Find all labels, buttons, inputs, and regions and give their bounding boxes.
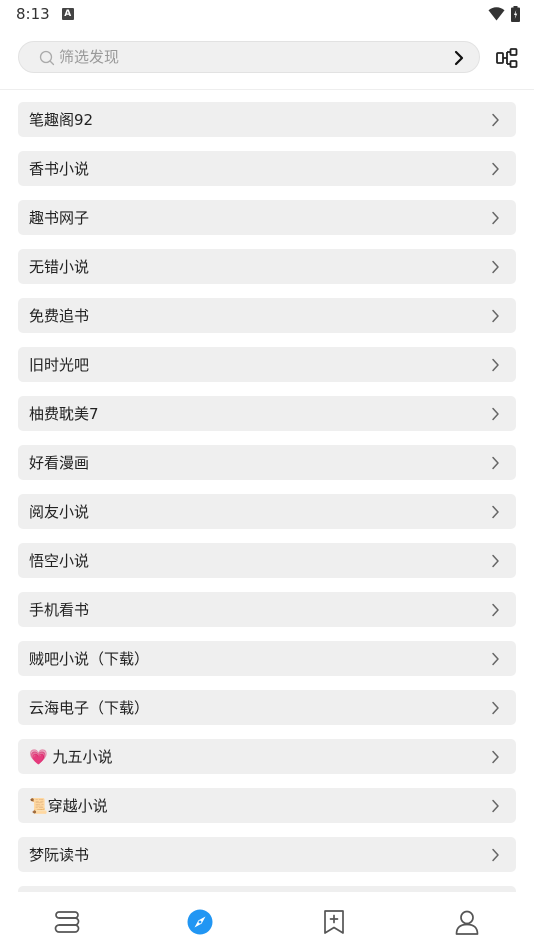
chevron-right-icon: [492, 358, 499, 371]
list-item-label: 手机看书: [29, 601, 90, 619]
search-box[interactable]: [18, 41, 480, 73]
list-item[interactable]: 好看漫画: [18, 445, 516, 480]
list-item-label: 好看漫画: [29, 454, 90, 472]
chevron-right-icon: [492, 309, 499, 322]
chevron-right-icon: [492, 113, 499, 126]
list-item[interactable]: 免费追书: [18, 298, 516, 333]
bookshelf-icon: [54, 910, 80, 933]
search-row: [0, 40, 534, 76]
nav-profile[interactable]: [401, 893, 534, 950]
list-item[interactable]: 悟空小说: [18, 543, 516, 578]
list-item[interactable]: 梦阮读书: [18, 837, 516, 872]
list-item[interactable]: 云海电子（下载）: [18, 690, 516, 725]
list-item-label: 趣书网子: [29, 209, 90, 227]
list-item[interactable]: 柚费耽美7: [18, 396, 516, 431]
compass-icon: [187, 909, 213, 934]
chevron-right-icon[interactable]: [452, 50, 466, 66]
nav-bookshelf[interactable]: [0, 893, 134, 950]
list-item[interactable]: 手机看书: [18, 592, 516, 627]
bookmark-add-icon: [323, 909, 344, 934]
list-item[interactable]: 贼吧小说（下载）: [18, 641, 516, 676]
list-item-label: 悟空小说: [29, 552, 90, 570]
battery-icon: [511, 6, 520, 22]
status-bar: 8:13 A: [0, 0, 534, 28]
list-item-label: 免费追书: [29, 307, 90, 325]
status-time: 8:13: [16, 5, 50, 23]
chevron-right-icon: [492, 162, 499, 175]
list-item[interactable]: 趣书网子: [18, 200, 516, 235]
profile-icon: [455, 910, 479, 935]
search-icon: [39, 50, 55, 66]
chevron-right-icon: [492, 456, 499, 469]
list-item[interactable]: [18, 886, 516, 892]
list-item-label: 香书小说: [29, 160, 90, 178]
nav-discover[interactable]: [134, 893, 268, 950]
chevron-right-icon: [492, 407, 499, 420]
list-item-label: 梦阮读书: [29, 846, 90, 864]
list-item-label: 💗 九五小说: [29, 748, 113, 766]
chevron-right-icon: [492, 799, 499, 812]
chevron-right-icon: [492, 701, 499, 714]
nav-rss[interactable]: [267, 893, 401, 950]
chevron-right-icon: [492, 848, 499, 861]
list-item[interactable]: 无错小说: [18, 249, 516, 284]
chevron-right-icon: [492, 554, 499, 567]
wifi-icon: [488, 7, 505, 21]
list-item-label: 柚费耽美7: [29, 405, 99, 423]
list-item[interactable]: 香书小说: [18, 151, 516, 186]
bottom-nav: [0, 893, 534, 950]
list-item-label: 无错小说: [29, 258, 90, 276]
list-item-label: 📜穿越小说: [29, 797, 108, 815]
list-item-label: 笔趣阁92: [29, 111, 94, 129]
list-item[interactable]: 笔趣阁92: [18, 102, 516, 137]
list-item[interactable]: 📜穿越小说: [18, 788, 516, 823]
list-item[interactable]: 💗 九五小说: [18, 739, 516, 774]
list-item-label: 云海电子（下载）: [29, 699, 150, 717]
notification-icon: A: [61, 8, 74, 20]
status-right: [488, 6, 520, 22]
chevron-right-icon: [492, 260, 499, 273]
status-left: 8:13 A: [16, 5, 74, 23]
list-item-label: 旧时光吧: [29, 356, 90, 374]
search-input[interactable]: [59, 42, 439, 72]
list-item[interactable]: 阅友小说: [18, 494, 516, 529]
chevron-right-icon: [492, 603, 499, 616]
header-divider: [0, 89, 534, 90]
chevron-right-icon: [492, 750, 499, 763]
discover-list[interactable]: 笔趣阁92 香书小说趣书网子无错小说免费追书旧时光吧柚费耽美7 好看漫画阅友小说悟空…: [18, 102, 516, 892]
chevron-right-icon: [492, 211, 499, 224]
chevron-right-icon: [492, 505, 499, 518]
list-item-label: 阅友小说: [29, 503, 90, 521]
group-tree-icon[interactable]: [495, 46, 519, 70]
list-item-label: 贼吧小说（下载）: [29, 650, 150, 668]
list-item[interactable]: 旧时光吧: [18, 347, 516, 382]
chevron-right-icon: [492, 652, 499, 665]
